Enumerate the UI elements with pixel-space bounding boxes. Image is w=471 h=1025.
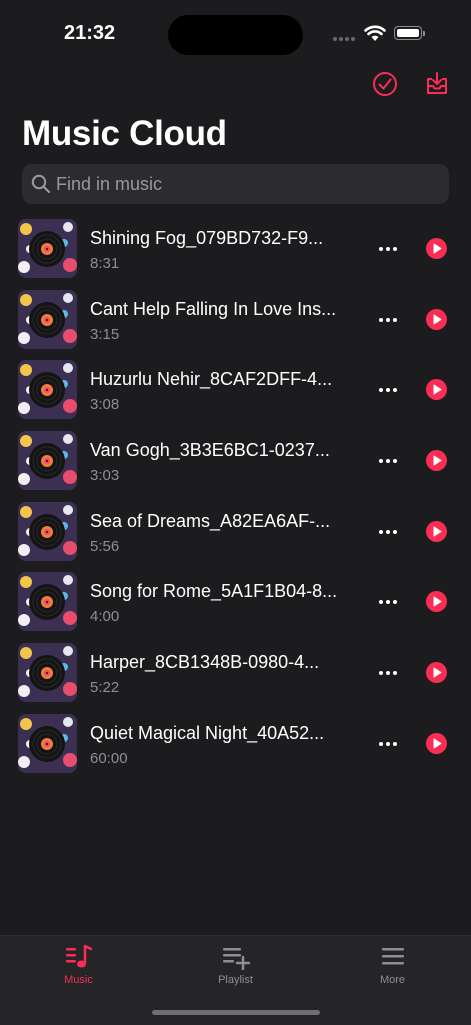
tray-download-icon bbox=[427, 72, 447, 94]
playlist-add-icon bbox=[223, 948, 251, 970]
page-title: Music Cloud bbox=[22, 114, 227, 153]
track-duration: 5:22 bbox=[90, 679, 120, 697]
track-row[interactable]: Song for Rome_5A1F1B04-8... 4:00 bbox=[0, 566, 471, 637]
track-title: Huzurlu Nehir_8CAF2DFF-4... bbox=[90, 369, 333, 390]
track-row[interactable]: Huzurlu Nehir_8CAF2DFF-4... 3:08 bbox=[0, 354, 471, 425]
download-button[interactable] bbox=[423, 70, 451, 98]
tab-music[interactable]: Music bbox=[0, 936, 157, 996]
home-indicator bbox=[152, 1010, 320, 1015]
checkmark-circle-icon bbox=[373, 72, 397, 96]
play-icon[interactable] bbox=[426, 662, 447, 684]
album-artwork bbox=[18, 289, 77, 349]
track-duration: 3:15 bbox=[90, 325, 120, 343]
tab-playlist-label: Playlist bbox=[218, 974, 253, 986]
more-options-icon[interactable] bbox=[376, 237, 400, 261]
track-title: Shining Fog_079BD732-F9... bbox=[90, 228, 324, 248]
tab-more-label: More bbox=[379, 974, 406, 986]
track-duration: 5:56 bbox=[90, 537, 120, 555]
track-row[interactable]: Cant Help Falling In Love Ins... 3:15 bbox=[0, 284, 471, 355]
hamburger-menu-icon bbox=[382, 948, 404, 965]
tab-more[interactable]: More bbox=[314, 936, 471, 996]
album-artwork bbox=[18, 713, 77, 773]
play-icon[interactable] bbox=[426, 238, 447, 259]
track-duration: 3:08 bbox=[90, 396, 120, 414]
track-row[interactable]: Quiet Magical Night_40A52... 60:00 bbox=[0, 708, 471, 779]
album-artwork bbox=[18, 643, 77, 703]
select-all-button[interactable] bbox=[371, 70, 399, 98]
status-bar: 21:32 bbox=[0, 0, 471, 70]
play-icon[interactable] bbox=[426, 379, 447, 401]
album-artwork bbox=[18, 360, 77, 420]
track-row[interactable]: Van Gogh_3B3E6BC1-0237... 3:03 bbox=[0, 425, 471, 496]
play-icon[interactable] bbox=[426, 450, 447, 472]
search-input[interactable] bbox=[56, 164, 436, 204]
wifi-icon bbox=[364, 25, 386, 41]
track-duration: 8:31 bbox=[90, 255, 120, 272]
track-duration: 60:00 bbox=[90, 749, 128, 767]
tab-playlist[interactable]: Playlist bbox=[157, 936, 314, 996]
track-title: Sea of Dreams_A82EA6AF-... bbox=[90, 510, 331, 531]
album-artwork bbox=[18, 572, 77, 632]
status-time: 21:32 bbox=[64, 22, 116, 44]
more-options-icon[interactable] bbox=[376, 308, 400, 332]
track-row[interactable]: Shining Fog_079BD732-F9... 8:31 bbox=[0, 213, 471, 284]
search-icon bbox=[31, 174, 51, 194]
track-duration: 3:03 bbox=[90, 467, 120, 485]
play-icon[interactable] bbox=[426, 520, 447, 542]
battery-icon bbox=[394, 26, 422, 40]
play-icon[interactable] bbox=[426, 591, 447, 613]
track-title: Cant Help Falling In Love Ins... bbox=[90, 298, 337, 319]
track-title: Harper_8CB1348B-0980-4... bbox=[90, 652, 320, 673]
more-options-icon[interactable] bbox=[376, 449, 400, 473]
tab-music-label: Music bbox=[64, 974, 93, 986]
more-options-icon[interactable] bbox=[376, 590, 400, 614]
more-options-icon[interactable] bbox=[376, 520, 400, 544]
track-title: Van Gogh_3B3E6BC1-0237... bbox=[90, 440, 330, 461]
track-duration: 4:00 bbox=[90, 608, 120, 626]
dynamic-island bbox=[168, 15, 303, 55]
tab-bar: Music Playlist More bbox=[0, 935, 471, 1025]
track-title: Quiet Magical Night_40A52... bbox=[90, 722, 325, 743]
track-row[interactable]: Harper_8CB1348B-0980-4... 5:22 bbox=[0, 637, 471, 708]
album-artwork bbox=[18, 219, 77, 278]
track-title: Song for Rome_5A1F1B04-8... bbox=[90, 581, 338, 602]
album-artwork bbox=[18, 501, 77, 561]
more-options-icon[interactable] bbox=[376, 732, 400, 756]
play-icon[interactable] bbox=[426, 308, 447, 330]
track-list: Shining Fog_079BD732-F9... 8:31 Cant Hel… bbox=[0, 213, 471, 779]
music-list-icon bbox=[66, 944, 93, 968]
play-icon[interactable] bbox=[426, 732, 447, 754]
track-row[interactable]: Sea of Dreams_A82EA6AF-... 5:56 bbox=[0, 496, 471, 567]
more-options-icon[interactable] bbox=[376, 378, 400, 402]
cellular-signal-icon bbox=[333, 37, 357, 55]
search-bar[interactable] bbox=[22, 164, 449, 204]
album-artwork bbox=[18, 431, 77, 491]
more-options-icon[interactable] bbox=[376, 661, 400, 685]
